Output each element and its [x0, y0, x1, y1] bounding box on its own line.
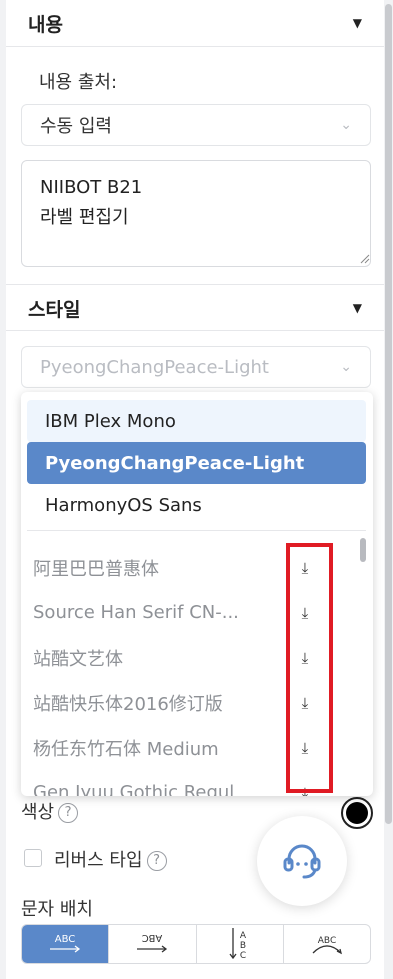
headset-icon — [283, 844, 321, 879]
font-dropdown: IBM Plex Mono PyeongChangPeace-Light Har… — [21, 392, 373, 796]
svg-text:B: B — [240, 941, 246, 951]
content-section-header[interactable]: 내용 ▼ — [6, 0, 384, 46]
svg-text:C: C — [239, 951, 245, 961]
style-section-title: 스타일 — [28, 298, 81, 321]
collapse-caret-icon[interactable]: ▼ — [353, 301, 362, 315]
font-name: Gen Jyuu Gothic Regul — [33, 782, 235, 796]
arc-text-icon: ABC — [312, 936, 342, 955]
text-layout-label: 문자 배치 — [21, 899, 93, 920]
help-icon[interactable]: ? — [58, 803, 79, 823]
rotated-text-icon: ABC — [137, 932, 168, 953]
font-name: 阿里巴巴普惠体 — [33, 558, 159, 580]
layout-horizontal-button[interactable]: ABC — [22, 925, 110, 963]
glyph-text: ABC — [55, 934, 76, 945]
content-source-select[interactable]: 수동 입력 ⌄ — [21, 104, 371, 146]
reverse-type-checkbox[interactable] — [24, 849, 42, 867]
content-source-label: 내용 출처: — [39, 72, 118, 93]
layout-vertical-stacked-button[interactable]: A B C — [197, 925, 284, 963]
page-scrollbar-thumb[interactable] — [385, 4, 392, 824]
svg-text:A: A — [240, 931, 247, 941]
editor-panel: 내용 ▼ 내용 출처: 수동 입력 ⌄ NIIBOT B21 라벨 편집기 스타… — [6, 0, 384, 979]
reverse-type-row: 리버스 타입? — [54, 846, 167, 872]
style-section-header[interactable]: 스타일 ▼ — [6, 285, 384, 331]
text-layout-segmented-control: ABC ABC A B C ABC — [21, 924, 371, 964]
reverse-type-label: 리버스 타입 — [54, 850, 143, 871]
font-option[interactable]: HarmonyOS Sans — [27, 484, 366, 526]
font-name: Source Han Serif CN-... — [33, 602, 239, 623]
glyph-text: ABC — [318, 936, 336, 946]
help-icon[interactable]: ? — [146, 851, 167, 871]
font-select[interactable]: PyeongChangPeace-Light ⌄ — [21, 346, 371, 388]
glyph-text: ABC — [142, 932, 163, 943]
divider — [27, 530, 366, 531]
layout-vertical-rotated-button[interactable]: ABC — [109, 925, 197, 963]
font-select-value: PyeongChangPeace-Light — [40, 356, 269, 378]
customer-support-button[interactable] — [257, 816, 347, 906]
color-label: 색상 — [21, 802, 55, 823]
resize-handle-icon[interactable] — [360, 254, 370, 264]
layout-arc-button[interactable]: ABC — [284, 925, 370, 963]
dropdown-scrollbar[interactable] — [360, 538, 366, 562]
font-option[interactable]: IBM Plex Mono — [27, 400, 366, 442]
font-name: 站酷快乐体2016修订版 — [33, 693, 223, 715]
divider — [6, 330, 384, 331]
font-name: 杨任东竹石体 Medium — [33, 738, 219, 760]
divider — [6, 46, 384, 47]
vertical-text-icon: A B C — [229, 928, 247, 961]
font-name: 站酷文艺体 — [33, 648, 123, 670]
chevron-down-icon: ⌄ — [340, 359, 352, 375]
font-option-selected[interactable]: PyeongChangPeace-Light — [27, 442, 366, 484]
page-scrollbar-track[interactable] — [384, 0, 393, 979]
content-text-input[interactable]: NIIBOT B21 라벨 편집기 — [21, 160, 371, 267]
color-picker-swatch[interactable] — [341, 797, 373, 829]
collapse-caret-icon[interactable]: ▼ — [353, 16, 362, 30]
content-source-value: 수동 입력 — [40, 116, 112, 137]
color-row: 색상? — [21, 798, 79, 824]
horizontal-text-icon: ABC — [50, 934, 81, 953]
annotation-highlight-box — [286, 543, 333, 793]
chevron-down-icon: ⌄ — [340, 117, 352, 133]
content-section-title: 내용 — [28, 13, 63, 36]
